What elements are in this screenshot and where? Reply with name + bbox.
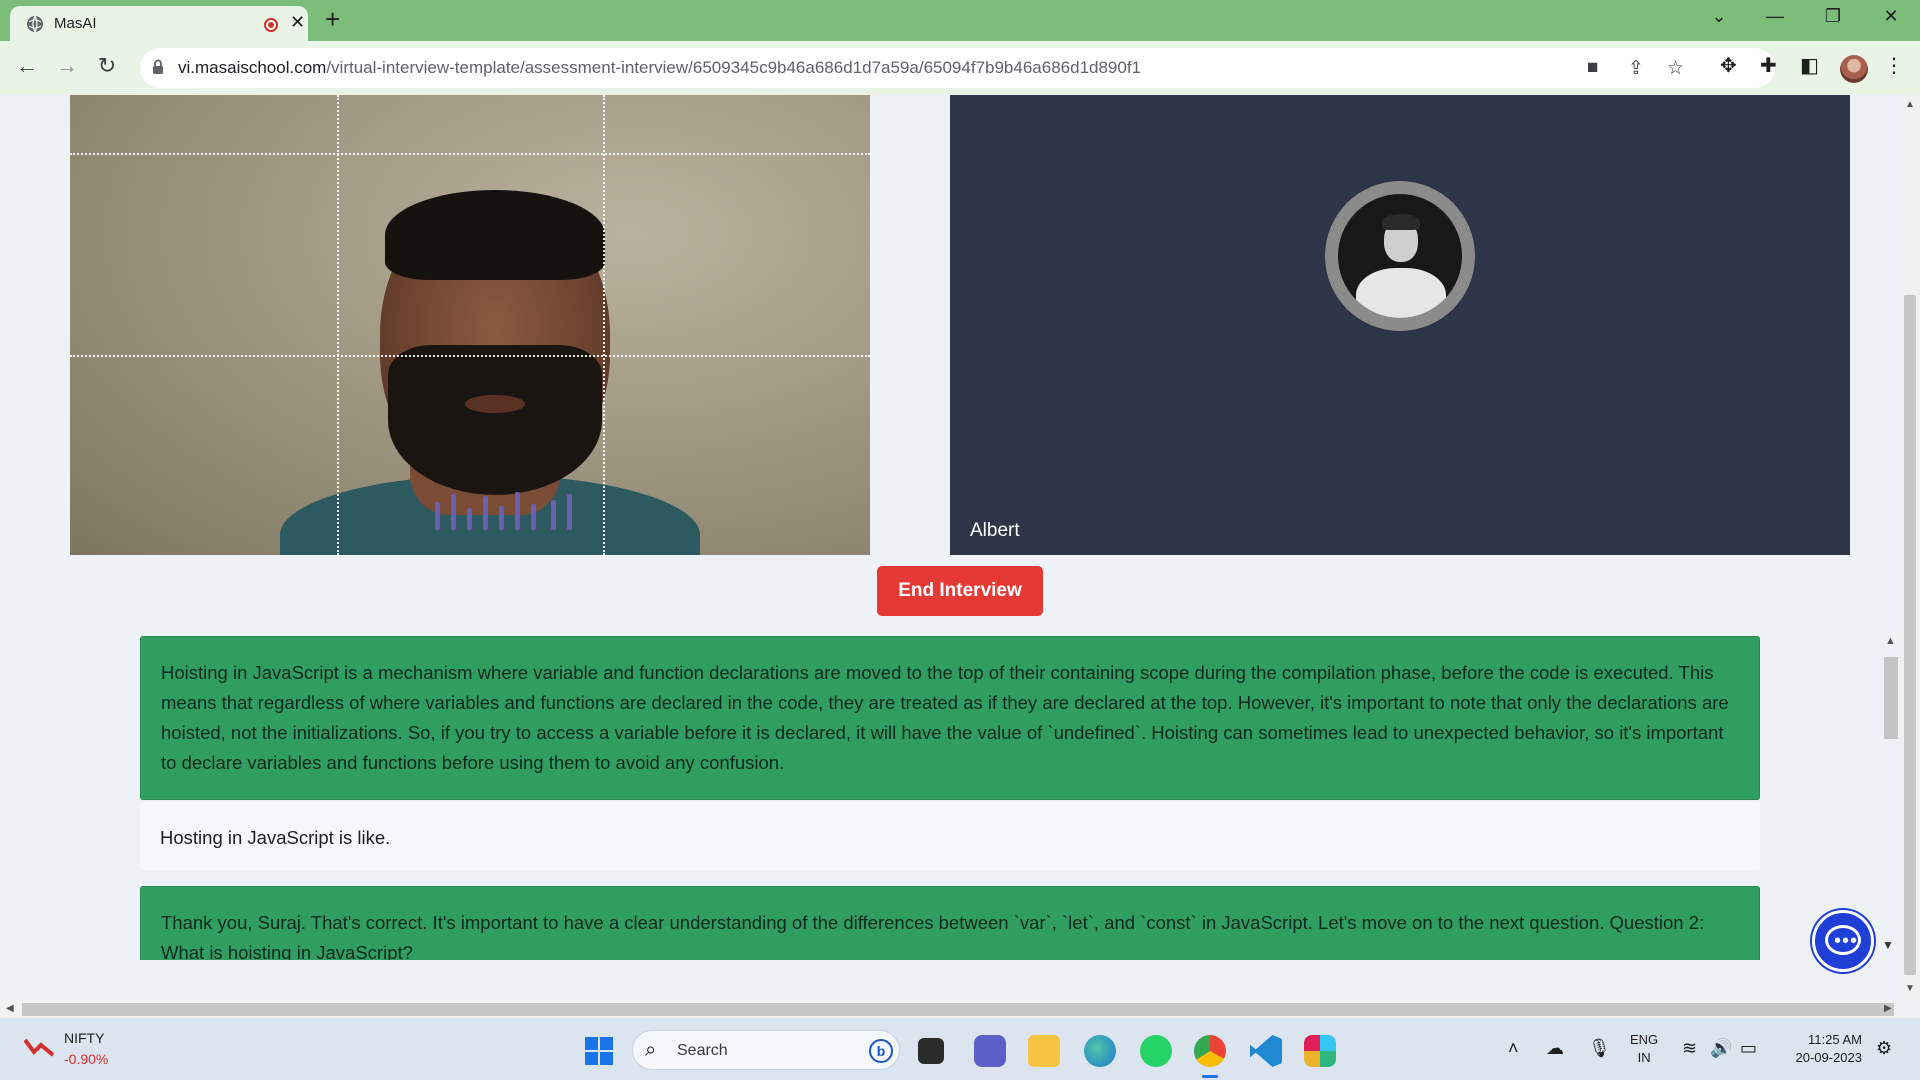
extension-icon[interactable]: ✥ — [1720, 53, 1737, 78]
chevron-up-icon[interactable]: ˄ — [1508, 1038, 1519, 1059]
framing-grid-line — [337, 95, 339, 555]
windows-taskbar: NIFTY -0.90% ⌕ Search b ˄ ☁ 🎙 ENG IN ≋ 🔊… — [0, 1018, 1920, 1080]
url-text: vi.masaischool.com/virtual-interview-tem… — [178, 58, 1141, 78]
scroll-up-icon[interactable]: ▲ — [1905, 99, 1915, 110]
tab-search-dropdown-icon[interactable]: ⌄ — [1704, 6, 1734, 27]
slack-icon[interactable] — [1304, 1035, 1336, 1067]
stock-name[interactable]: NIFTY — [64, 1030, 104, 1046]
clock-time: 11:25 AM — [1808, 1032, 1862, 1047]
system-clock[interactable]: 11:25 AM 20-09-2023 — [1782, 1031, 1863, 1067]
framing-grid-line — [70, 153, 870, 155]
url-host: vi.masaischool.com — [178, 58, 327, 77]
globe-icon — [27, 15, 43, 33]
profile-avatar[interactable] — [1840, 55, 1868, 83]
interviewer-name: Albert — [970, 520, 1020, 541]
transcript-panel: Hoisting in JavaScript is a mechanism wh… — [140, 636, 1760, 960]
address-bar[interactable]: vi.masaischool.com/virtual-interview-tem… — [140, 48, 1775, 88]
vscode-icon[interactable] — [1250, 1035, 1282, 1067]
scroll-up-icon[interactable]: ▲ — [1885, 635, 1896, 647]
ai-message: Thank you, Suraj. That's correct. It's i… — [140, 886, 1760, 960]
scroll-left-icon[interactable]: ◀ — [6, 1003, 14, 1014]
framing-grid-line — [70, 355, 870, 357]
scrollbar-thumb[interactable] — [1904, 295, 1916, 975]
candidate-beard — [388, 345, 602, 495]
scroll-right-icon[interactable]: ▶ — [1884, 1003, 1892, 1014]
user-message: Hosting in JavaScript is like. — [140, 802, 1760, 870]
teams-icon[interactable] — [974, 1035, 1006, 1067]
whatsapp-icon[interactable] — [1140, 1035, 1172, 1067]
minimize-button[interactable]: — — [1760, 6, 1790, 27]
end-interview-button[interactable]: End Interview — [877, 566, 1043, 616]
edge-icon[interactable] — [1084, 1035, 1116, 1067]
wifi-icon[interactable]: ≋ — [1682, 1038, 1697, 1059]
forward-icon[interactable]: → — [52, 53, 82, 79]
onedrive-icon[interactable]: ☁ — [1546, 1038, 1564, 1059]
scroll-down-icon[interactable]: ▼ — [1905, 983, 1915, 994]
candidate-hair — [385, 190, 605, 280]
share-icon[interactable]: ⇪ — [1628, 57, 1644, 80]
start-button[interactable] — [585, 1037, 613, 1065]
reload-icon[interactable]: ↻ — [92, 53, 122, 79]
search-label: Search — [677, 1042, 728, 1059]
clock-date: 20-09-2023 — [1795, 1050, 1863, 1065]
back-icon[interactable]: ← — [12, 53, 42, 79]
url-path: /virtual-interview-template/assessment-i… — [326, 58, 1142, 77]
scrollbar-thumb[interactable] — [1884, 657, 1898, 739]
browser-tab-strip: MasAI ✕ + ⌄ — ❐ ✕ — [0, 0, 1920, 41]
search-icon: ⌕ — [645, 1039, 657, 1061]
interviewer-avatar — [1325, 181, 1475, 331]
notification-icon[interactable]: ⚙ — [1876, 1038, 1892, 1059]
chrome-icon[interactable] — [1194, 1035, 1226, 1067]
lang-code: ENG — [1630, 1032, 1659, 1047]
browser-tab[interactable]: MasAI ✕ — [10, 6, 308, 41]
taskbar-search[interactable]: ⌕ Search b — [632, 1030, 900, 1070]
menu-icon[interactable]: ⋮ — [1884, 53, 1904, 78]
task-view-icon[interactable] — [918, 1038, 944, 1064]
close-window-button[interactable]: ✕ — [1876, 6, 1906, 27]
transcript-scrollbar[interactable]: ▲ — [1882, 635, 1898, 990]
active-app-indicator — [1202, 1075, 1218, 1078]
chat-support-icon[interactable]: ••• — [1812, 910, 1874, 972]
framing-grid-line — [603, 95, 605, 555]
stock-chart-icon — [24, 1038, 54, 1057]
star-icon[interactable]: ☆ — [1667, 57, 1684, 80]
restore-button[interactable]: ❐ — [1818, 6, 1848, 27]
new-tab-button[interactable]: + — [325, 4, 340, 35]
recording-indicator-icon — [264, 18, 278, 32]
browser-toolbar: ← → ↻ vi.masaischool.com/virtual-intervi… — [0, 41, 1920, 95]
battery-icon[interactable]: ▭ — [1740, 1038, 1757, 1059]
language-indicator[interactable]: ENG IN — [1630, 1031, 1658, 1067]
interviewer-photo — [1338, 194, 1462, 318]
microphone-icon[interactable]: 🎙 — [1588, 1038, 1611, 1059]
tab-close-icon[interactable]: ✕ — [290, 12, 305, 33]
chevron-down-icon[interactable]: ▼ — [1882, 938, 1894, 952]
horizontal-scrollbar[interactable]: ◀ ▶ — [0, 1000, 1900, 1018]
sidepanel-icon[interactable]: ◧ — [1800, 53, 1819, 78]
page-scrollbar[interactable]: ▲ ▼ — [1900, 95, 1920, 1000]
candidate-mouth — [465, 395, 525, 413]
lock-icon — [153, 59, 163, 74]
tab-title: MasAI — [54, 15, 97, 32]
file-explorer-icon[interactable] — [1028, 1035, 1060, 1067]
ai-message: Hoisting in JavaScript is a mechanism wh… — [140, 636, 1760, 800]
region-code: IN — [1637, 1050, 1651, 1065]
volume-icon[interactable]: 🔊 — [1710, 1038, 1732, 1059]
interviewer-panel: Albert — [950, 95, 1850, 555]
stock-change[interactable]: -0.90% — [64, 1051, 108, 1067]
bing-icon[interactable]: b — [869, 1039, 893, 1063]
camera-icon[interactable]: ■ — [1587, 57, 1598, 79]
scrollbar-thumb[interactable] — [22, 1003, 1894, 1016]
puzzle-icon[interactable]: ✚ — [1760, 53, 1777, 78]
interview-page: Albert End Interview Hoisting in JavaScr… — [0, 95, 1920, 1000]
candidate-video — [70, 95, 870, 555]
